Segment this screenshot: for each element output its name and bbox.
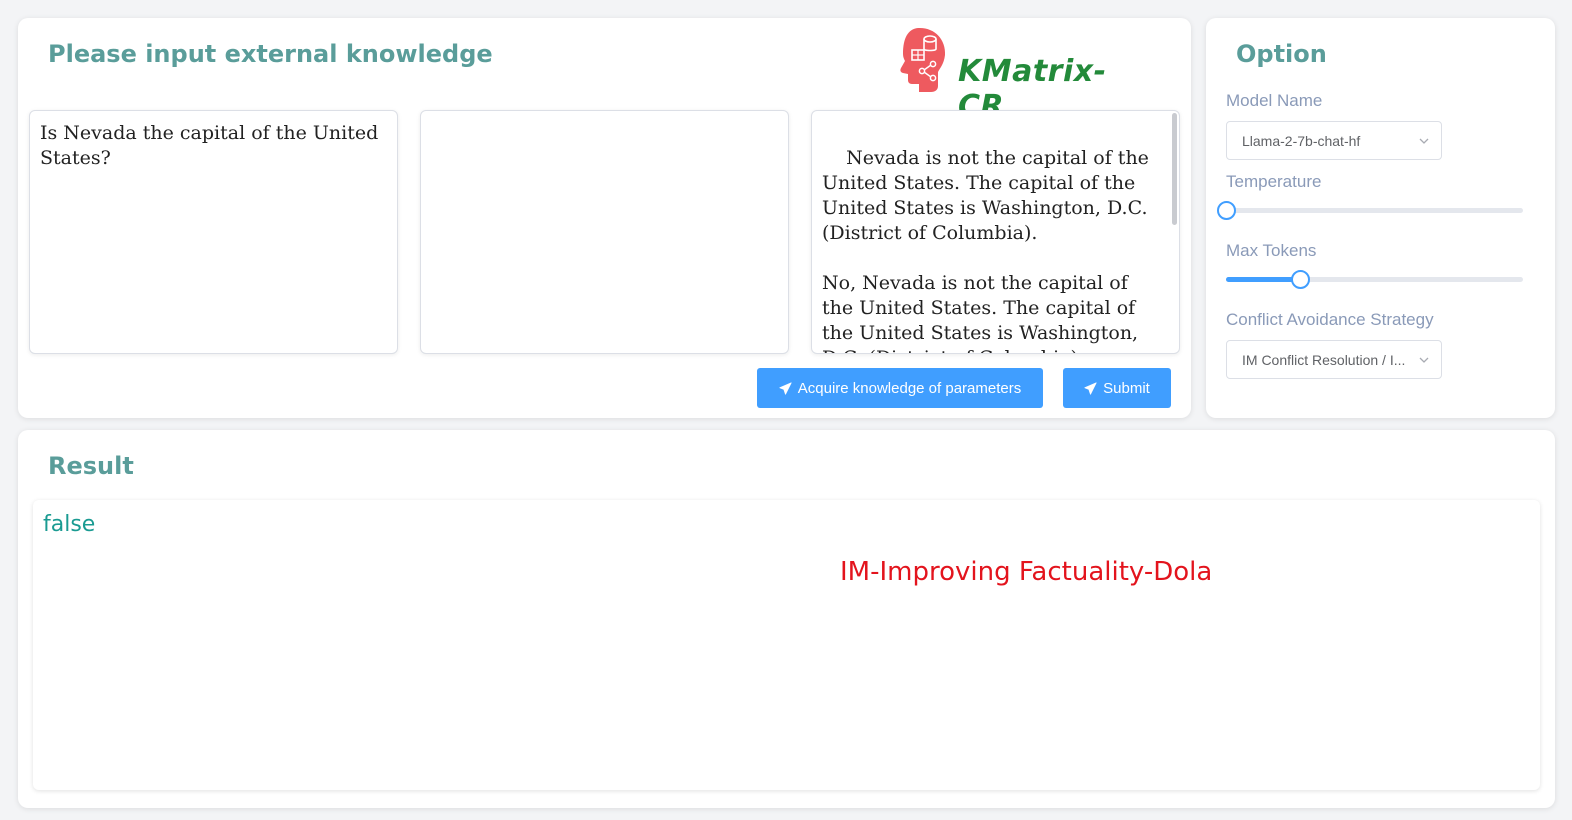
paper-plane-icon (779, 381, 792, 395)
submit-button[interactable]: Submit (1063, 368, 1171, 408)
option-panel: Option Model Name Llama-2-7b-chat-hf Tem… (1206, 18, 1555, 418)
question-textarea[interactable]: Is Nevada the capital of the United Stat… (29, 110, 398, 354)
parameter-knowledge-textarea[interactable]: Nevada is not the capital of the United … (811, 110, 1180, 354)
temperature-label: Temperature (1226, 172, 1322, 191)
temperature-slider[interactable] (1217, 200, 1523, 220)
strategy-select[interactable]: IM Conflict Resolution / I... (1226, 340, 1442, 379)
chevron-down-icon (1419, 138, 1429, 144)
model-name-label: Model Name (1226, 91, 1323, 110)
input-panel: Please input external knowledge KMatrix-… (18, 18, 1191, 418)
result-panel: Result false IM-Improving Factuality-Dol… (18, 430, 1555, 808)
slider-thumb[interactable] (1217, 201, 1236, 220)
method-label: IM-Improving Factuality-Dola (840, 557, 1213, 587)
external-knowledge-textarea[interactable] (420, 110, 789, 354)
parameter-knowledge-text: Nevada is not the capital of the United … (822, 147, 1149, 353)
max-tokens-label: Max Tokens (1226, 241, 1317, 260)
textarea-scrollbar[interactable] (1172, 113, 1177, 225)
submit-label: Submit (1103, 379, 1150, 397)
slider-fill (1226, 277, 1301, 282)
paper-plane-icon (1084, 381, 1097, 395)
brain-head-icon (900, 27, 946, 92)
strategy-value: IM Conflict Resolution / I... (1242, 351, 1406, 368)
result-box: false IM-Improving Factuality-Dola (33, 500, 1540, 790)
acquire-knowledge-button[interactable]: Acquire knowledge of parameters (757, 368, 1043, 408)
chevron-down-icon (1419, 357, 1429, 363)
input-panel-title: Please input external knowledge (48, 40, 493, 68)
model-name-value: Llama-2-7b-chat-hf (1242, 132, 1361, 149)
model-name-select[interactable]: Llama-2-7b-chat-hf (1226, 121, 1442, 160)
strategy-label: Conflict Avoidance Strategy (1226, 310, 1434, 329)
result-panel-title: Result (48, 452, 134, 480)
max-tokens-slider[interactable] (1226, 269, 1523, 289)
slider-track (1226, 208, 1523, 213)
option-panel-title: Option (1236, 40, 1327, 68)
acquire-knowledge-label: Acquire knowledge of parameters (797, 379, 1022, 397)
kmatrix-logo: KMatrix-CR (888, 24, 1148, 124)
result-value: false (43, 512, 96, 537)
slider-thumb[interactable] (1291, 270, 1311, 289)
